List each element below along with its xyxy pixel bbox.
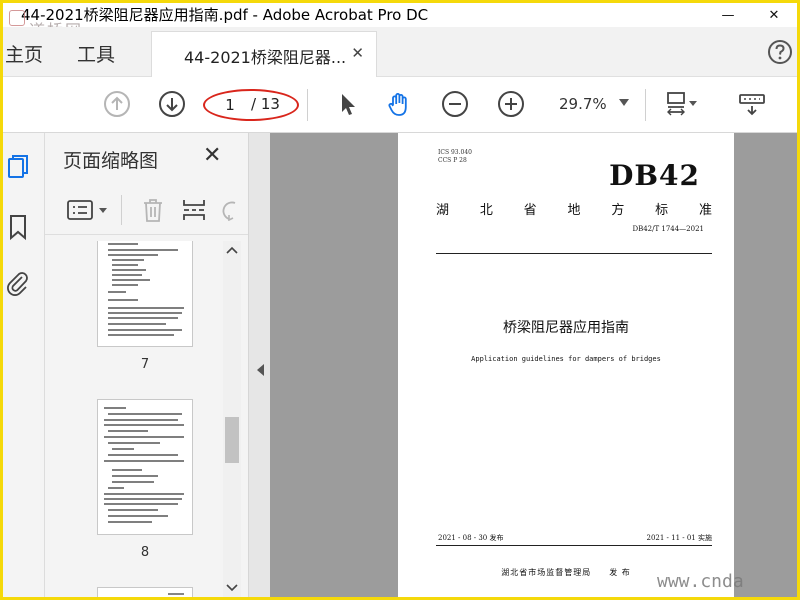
horizontal-rule [436, 253, 712, 254]
panel-divider[interactable] [248, 133, 270, 597]
scroll-thumb[interactable] [225, 417, 239, 463]
scroll-up-icon[interactable] [226, 245, 238, 255]
ccs-line: CCS P 28 [438, 157, 467, 164]
navigation-rail [3, 133, 45, 597]
document-tab[interactable]: 44-2021桥梁阻尼器... ✕ [151, 31, 377, 77]
heading-char: 方 [611, 203, 625, 218]
thumbnail-content [108, 243, 184, 336]
thumbnail-content [104, 407, 184, 523]
heading-char: 北 [479, 203, 493, 218]
ics-line: ICS 93.040 [438, 149, 472, 156]
chevron-down-icon[interactable] [619, 99, 629, 107]
home-tab[interactable]: 主页 [5, 40, 43, 67]
zoom-out-icon[interactable] [441, 90, 469, 118]
page-thumbnails-icon[interactable] [5, 153, 31, 181]
window-controls: — ✕ [705, 3, 797, 27]
collapse-panel-icon[interactable] [255, 363, 265, 377]
heading-char: 标 [655, 203, 669, 218]
thumbnail-page-number: 8 [140, 545, 150, 560]
toolbar-separator [645, 89, 646, 121]
app-window: 44-2021桥梁阻尼器应用指南.pdf - Adobe Acrobat Pro… [3, 3, 797, 597]
trash-icon[interactable] [141, 197, 165, 223]
zoom-level[interactable]: 29.7% [559, 95, 607, 113]
highlight-ellipse [203, 89, 299, 121]
heading-char: 省 [523, 203, 537, 218]
document-title-en: Application guidelines for dampers of br… [471, 355, 661, 363]
zoom-in-icon[interactable] [497, 90, 525, 118]
close-window-button[interactable]: ✕ [751, 3, 797, 27]
horizontal-rule [436, 545, 712, 546]
close-panel-button[interactable]: ✕ [203, 143, 221, 168]
toolbar-separator [121, 195, 122, 225]
main-toolbar: / 13 29.7% [3, 77, 797, 133]
standard-code: DB42 [609, 159, 700, 192]
previous-page-icon[interactable] [103, 90, 131, 118]
window-title: 44-2021桥梁阻尼器应用指南.pdf - Adobe Acrobat Pro… [21, 6, 429, 24]
heading-char: 湖 [436, 203, 450, 218]
close-tab-button[interactable]: ✕ [351, 44, 364, 62]
thumbnail-page-number: 7 [140, 357, 150, 372]
read-mode-icon[interactable] [737, 90, 767, 118]
minimize-button[interactable]: — [705, 3, 751, 27]
toolbar-separator [307, 89, 308, 121]
heading-char: 准 [698, 203, 712, 218]
scroll-down-icon[interactable] [226, 583, 238, 593]
bookmark-icon[interactable] [5, 213, 31, 241]
thumbnail-toolbar [45, 185, 248, 235]
thumbnails-panel: 页面缩略图 ✕ 7 8 [45, 133, 248, 597]
thumbnail-scrollbar[interactable] [223, 241, 241, 597]
attachment-icon[interactable] [5, 269, 31, 297]
help-icon[interactable] [767, 39, 793, 65]
rotate-icon[interactable] [221, 199, 237, 221]
ics-code: ICS 93.040 CCS P 28 [438, 149, 472, 165]
implementation-date: 2021 - 11 - 01 实施 [646, 534, 713, 542]
standard-number: DB42/T 1744—2021 [632, 225, 704, 233]
heading-char: 地 [567, 203, 581, 218]
page-fit-icon[interactable] [665, 90, 699, 118]
page-thumbnail[interactable] [97, 587, 193, 597]
province-standard-heading: 湖 北 省 地 方 标 准 [436, 199, 712, 218]
page-thumbnail[interactable] [97, 241, 193, 347]
hand-tool-icon[interactable] [385, 90, 413, 118]
document-tab-label: 44-2021桥梁阻尼器... [184, 48, 347, 67]
next-page-icon[interactable] [158, 90, 186, 118]
title-bar: 44-2021桥梁阻尼器应用指南.pdf - Adobe Acrobat Pro… [3, 3, 797, 27]
tools-tab[interactable]: 工具 [77, 40, 115, 67]
select-pointer-icon[interactable] [333, 90, 361, 118]
options-menu-icon[interactable] [67, 199, 111, 221]
issue-date: 2021 - 08 - 30 发布 [438, 534, 504, 542]
site-watermark: www.cnda [657, 571, 744, 592]
pdf-page: ICS 93.040 CCS P 28 DB42 湖 北 省 地 方 标 准 D… [398, 133, 734, 597]
document-title-cn: 桥梁阻尼器应用指南 [503, 320, 629, 336]
document-view[interactable]: ICS 93.040 CCS P 28 DB42 湖 北 省 地 方 标 准 D… [270, 133, 797, 597]
panel-title: 页面缩略图 [63, 150, 159, 172]
menu-bar: 主页 工具 44-2021桥梁阻尼器... ✕ [3, 27, 797, 77]
insert-page-icon[interactable] [181, 197, 207, 223]
page-thumbnail[interactable] [97, 399, 193, 535]
thumbnail-content [168, 593, 184, 595]
thumbnail-list: 7 8 [63, 241, 223, 597]
